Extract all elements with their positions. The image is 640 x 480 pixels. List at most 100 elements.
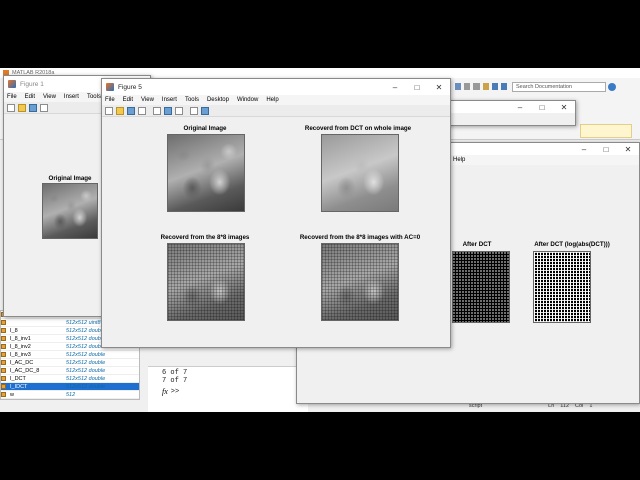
command-output-2: 7 of 7 [162, 377, 188, 385]
hide-plot-tools-icon[interactable] [190, 106, 198, 115]
menu-view[interactable]: View [141, 97, 154, 103]
workspace-var-name: I_8 [10, 327, 18, 334]
close-icon[interactable]: ✕ [617, 145, 639, 154]
menu-insert[interactable]: Insert [162, 97, 177, 103]
small-window-titlebar[interactable]: – □ ✕ [449, 101, 575, 113]
figure-icon [8, 80, 16, 88]
save-icon[interactable] [127, 106, 135, 115]
open-file-icon[interactable] [116, 106, 124, 115]
copy-icon[interactable] [473, 83, 480, 90]
menu-tools[interactable]: Tools [87, 94, 101, 100]
redo-icon[interactable] [500, 83, 508, 90]
figure-5-controls: – □ ✕ [384, 83, 450, 92]
print-icon[interactable] [138, 106, 146, 115]
menu-tools[interactable]: Tools [185, 97, 199, 103]
paste-icon[interactable] [482, 83, 489, 90]
matlab-search-box[interactable]: Search Documentation [512, 82, 606, 92]
save-icon[interactable] [455, 83, 462, 90]
workspace-var-value: 512 [66, 391, 76, 398]
workspace-var-name: I_IDCT [10, 383, 28, 390]
editor-yellow-strip [580, 124, 632, 138]
variable-icon [1, 336, 6, 341]
undo-icon[interactable] [491, 83, 498, 90]
workspace-row[interactable]: I_IDCT 512x512 double [1, 383, 139, 391]
variable-icon [1, 368, 6, 373]
workspace-var-value: 512x512 double [66, 335, 106, 342]
menu-window[interactable]: Window [237, 97, 258, 103]
small-window-controls: – □ ✕ [509, 103, 575, 112]
axis-title-8x8: Recoverd from the 8*8 images [160, 234, 250, 241]
menu-file[interactable]: File [7, 94, 17, 100]
workspace-var-name: w [10, 391, 14, 398]
figure-1-original-image [42, 183, 98, 239]
command-output-1: 6 of 7 [162, 369, 188, 377]
command-prompt: >> [170, 387, 180, 396]
figure-5-toolbar [102, 105, 450, 117]
desktop: MATLAB R2018a Search Documentation k5125… [0, 68, 640, 412]
cut-icon[interactable] [464, 83, 471, 90]
variable-icon [1, 328, 6, 333]
workspace-row[interactable]: w 512 [1, 391, 139, 399]
maximize-icon[interactable]: □ [595, 145, 617, 154]
menu-file[interactable]: File [105, 97, 115, 103]
minimize-icon[interactable]: – [509, 103, 531, 112]
menu-edit[interactable]: Edit [123, 97, 133, 103]
axis-title-after-dct: After DCT [462, 241, 492, 248]
close-icon[interactable]: ✕ [553, 103, 575, 112]
menu-desktop[interactable]: Desktop [207, 97, 229, 103]
workspace-var-value: 512x512 double [66, 327, 106, 334]
show-plot-tools-icon[interactable] [201, 106, 209, 115]
workspace-var-name: I_8_inv2 [10, 343, 31, 350]
maximize-icon[interactable]: □ [531, 103, 553, 112]
figure-5-window[interactable]: Figure 5 – □ ✕ File Edit View Insert Too… [101, 78, 451, 348]
after-dct-image [452, 251, 510, 323]
figure-small-window[interactable]: – □ ✕ [448, 100, 576, 126]
menu-help[interactable]: Help [453, 157, 465, 163]
workspace-var-value: 512x512 double [66, 343, 106, 350]
insert-legend-icon[interactable] [175, 106, 183, 115]
workspace-row[interactable]: I_AC_DC_8 512x512 double [1, 367, 139, 375]
figure-5-menubar: File Edit View Insert Tools Desktop Wind… [102, 95, 450, 105]
matlab-help-icon[interactable] [608, 83, 616, 91]
workspace-row[interactable]: I_8_inv3 512x512 double [1, 351, 139, 359]
workspace-var-name: I_8_inv3 [10, 351, 31, 358]
dct-window-controls: – □ ✕ [573, 145, 639, 154]
maximize-icon[interactable]: □ [406, 83, 428, 92]
command-window[interactable]: 6 of 7 7 of 7 fx >> [148, 366, 308, 412]
print-icon[interactable] [40, 103, 48, 112]
menu-help[interactable]: Help [266, 97, 278, 103]
figure-icon [106, 83, 114, 91]
workspace-row[interactable]: I_DCT 512x512 double [1, 375, 139, 383]
close-icon[interactable]: ✕ [428, 83, 450, 92]
recovered-8x8-image [167, 243, 245, 321]
save-icon[interactable] [29, 103, 37, 112]
new-figure-icon[interactable] [105, 106, 113, 115]
minimize-icon[interactable]: – [384, 83, 406, 92]
minimize-icon[interactable]: – [573, 145, 595, 154]
workspace-var-value: 512x512 double [66, 359, 106, 366]
matlab-header-icons[interactable] [455, 83, 508, 91]
link-icon[interactable] [153, 106, 161, 115]
figure-5-titlebar[interactable]: Figure 5 – □ ✕ [102, 79, 450, 95]
insert-colorbar-icon[interactable] [164, 106, 172, 115]
workspace-row[interactable]: I_AC_DC 512x512 double [1, 359, 139, 367]
workspace-var-name: I_AC_DC_8 [10, 367, 40, 374]
workspace-var-name: I_8_inv1 [10, 335, 31, 342]
menu-view[interactable]: View [43, 94, 56, 100]
variable-icon [1, 360, 6, 365]
recovered-8x8-ac0-image [321, 243, 399, 321]
fx-icon[interactable]: fx [162, 387, 168, 396]
figure-1-title: Figure 1 [20, 80, 44, 88]
variable-icon [1, 392, 6, 397]
recovered-dct-whole-image [321, 134, 399, 212]
figure-1-axis-title: Original Image [48, 175, 92, 182]
variable-icon [1, 384, 6, 389]
workspace-var-value: 512x512 double [66, 383, 106, 390]
menu-insert[interactable]: Insert [64, 94, 79, 100]
workspace-var-value: 512x512 double [66, 367, 106, 374]
new-figure-icon[interactable] [7, 103, 15, 112]
menu-edit[interactable]: Edit [25, 94, 35, 100]
open-file-icon[interactable] [18, 103, 26, 112]
after-dct-log-image [533, 251, 591, 323]
axis-title-8x8-ac0: Recoverd from the 8*8 images with AC=0 [299, 234, 421, 241]
